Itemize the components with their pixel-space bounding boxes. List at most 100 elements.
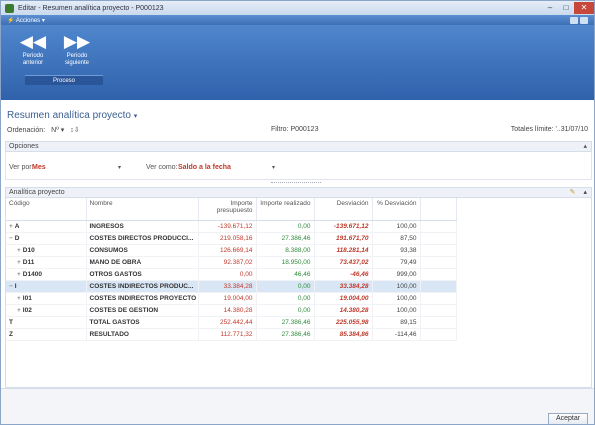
column-header-name[interactable]: Nombre [86,198,199,221]
pct-deviation-cell: 999,00 [372,268,421,281]
view-as-label: Ver como: [146,164,178,171]
sort-line: Ordenación: Nº ▾ ↕⇩ [7,126,80,135]
pct-deviation-cell: 87,50 [372,232,421,245]
pct-deviation-cell: -114,46 [372,328,421,341]
pct-deviation-cell: 100,00 [372,220,421,233]
expand-toggle-icon[interactable]: − [9,283,13,290]
view-by-select[interactable]: Mes [32,164,46,171]
code: − I [6,280,87,293]
maximize-icon[interactable]: □ [558,2,574,14]
sort-icon[interactable]: ↕⇩ [70,126,79,134]
budget-cell: 252.442,44 [198,316,257,329]
analytics-grid: Código Nombre Importe presupuesto Import… [5,198,592,388]
order-select[interactable]: Nº ▾ [51,126,64,134]
budget-cell: 112.771,32 [198,328,257,341]
app-icon [5,3,14,13]
close-icon[interactable]: ✕ [574,2,594,14]
expand-toggle-icon[interactable]: − [9,235,13,242]
view-by-label: Ver por: [9,164,34,171]
actual-cell: 46,46 [256,268,315,281]
code: − D [6,232,87,245]
actual-cell: 0,00 [256,220,315,233]
pct-deviation-cell: 79,49 [372,256,421,269]
actual-cell: 0,00 [256,304,315,317]
expand-toggle-icon[interactable]: + [9,223,13,230]
name: RESULTADO [86,328,199,341]
budget-cell: 19.004,00 [198,292,257,305]
next-period-button[interactable]: ▶▶ Periodo siguiente [57,31,97,67]
name: MANO DE OBRA [86,256,199,269]
column-header-actual[interactable]: Importe realizado [256,198,315,221]
view-as-dropdown-icon[interactable]: ▾ [272,164,275,171]
table-row[interactable]: T TOTAL GASTOS 252.442,44 27.386,46 225.055,… [6,316,457,329]
code: + D1400 [6,268,87,281]
table-row[interactable]: − D COSTES DIRECTOS PRODUCCI... 219.058,16 2… [6,232,457,245]
minimize-icon[interactable]: – [542,2,558,14]
name: INGRESOS [86,220,199,233]
previous-period-button[interactable]: ◀◀ Periodo anterior [13,31,53,67]
table-row[interactable]: + I02 COSTES DE GESTION 14.380,28 0,00 14.380… [6,304,457,317]
budget-cell: 126.669,14 [198,244,257,257]
view-by-dropdown-icon[interactable]: ▾ [118,164,121,171]
code: + I02 [6,304,87,317]
ribbon-group-label: Proceso [25,75,103,85]
budget-cell: 92.387,02 [198,256,257,269]
column-header-budget[interactable]: Importe presupuesto [198,198,257,221]
chevron-down-icon: ▾ [133,113,138,120]
grid-panel-header: Analítica proyecto ✎ ▴ [5,187,592,198]
name: COSTES DIRECTOS PRODUCCI... [86,232,199,245]
table-row[interactable]: + D1400 OTROS GASTOS 0,00 46,46 -46,46 999,00 [6,268,457,281]
deviation-cell: 14.380,28 [314,304,373,317]
budget-cell: -139.671,12 [198,220,257,233]
name: OTROS GASTOS [86,268,199,281]
table-row[interactable]: + D10 CONSUMOS 126.669,14 8.388,00 118.281,14… [6,244,457,257]
options-panel-header[interactable]: Opciones ▴ [5,141,592,152]
expand-toggle-icon[interactable]: + [17,271,21,278]
actual-cell: 27.386,46 [256,328,315,341]
expand-toggle-icon[interactable]: + [17,247,21,254]
expand-toggle-icon[interactable]: + [17,307,21,314]
app-window: Editar - Resumen analítica proyecto - P0… [0,0,595,425]
table-row[interactable]: + A INGRESOS -139.671,12 0,00 -139.671,12 100,… [6,220,457,233]
actual-cell: 27.386,46 [256,316,315,329]
deviation-cell: 19.004,00 [314,292,373,305]
table-row[interactable]: Z RESULTADO 112.771,32 27.386,46 85.384,86 -1… [6,328,457,341]
deviation-cell: -139.671,12 [314,220,373,233]
help-icon[interactable] [570,16,578,24]
accept-button[interactable]: Aceptar [548,413,588,424]
expand-toggle-icon[interactable]: + [17,259,21,266]
column-header-code[interactable]: Código [6,198,87,221]
deviation-cell: -46,46 [314,268,373,281]
actions-menu[interactable]: ⚡ Acciones ▾ [7,17,45,24]
view-as-select[interactable]: Saldo a la fecha [178,164,231,171]
budget-cell: 33.384,28 [198,280,257,293]
actual-cell: 18.950,00 [256,256,315,269]
column-header-pct-deviation[interactable]: % Desviación [372,198,421,221]
deviation-cell: 118.281,14 [314,244,373,257]
window-title: Editar - Resumen analítica proyecto - P0… [18,4,164,12]
double-left-arrow-icon: ◀◀ [19,32,47,51]
table-row[interactable]: + D11 MANO DE OBRA 92.387,02 18.950,00 73.437… [6,256,457,269]
edit-pencil-icon[interactable]: ✎ [570,189,576,196]
code: + D11 [6,256,87,269]
budget-cell: 14.380,28 [198,304,257,317]
settings-icon[interactable] [580,16,588,24]
splitter-handle[interactable] [271,182,321,184]
page-title[interactable]: Resumen analítica proyecto ▾ [7,110,137,121]
table-row[interactable]: − I COSTES INDIRECTOS PRODUC... 33.384,28 0,… [6,280,457,293]
ribbon: ◀◀ Periodo anterior ▶▶ Periodo siguiente… [1,25,594,100]
budget-cell: 0,00 [198,268,257,281]
ribbon-menu-bar: ⚡ Acciones ▾ [1,15,594,25]
name: COSTES INDIRECTOS PRODUC... [86,280,199,293]
expand-toggle-icon[interactable]: + [17,295,21,302]
filter-text: Filtro: P000123 [271,126,319,133]
column-header-deviation[interactable]: Desviación [314,198,373,221]
footer-bar: Aceptar [1,388,594,424]
collapse-icon: ▴ [583,143,587,150]
deviation-cell: 33.384,28 [314,280,373,293]
name: TOTAL GASTOS [86,316,199,329]
collapse-icon[interactable]: ▴ [583,189,587,196]
table-row[interactable]: + I01 COSTES INDIRECTOS PROYECTO 19.004,00 0… [6,292,457,305]
actual-cell: 27.386,46 [256,232,315,245]
pct-deviation-cell: 100,00 [372,304,421,317]
